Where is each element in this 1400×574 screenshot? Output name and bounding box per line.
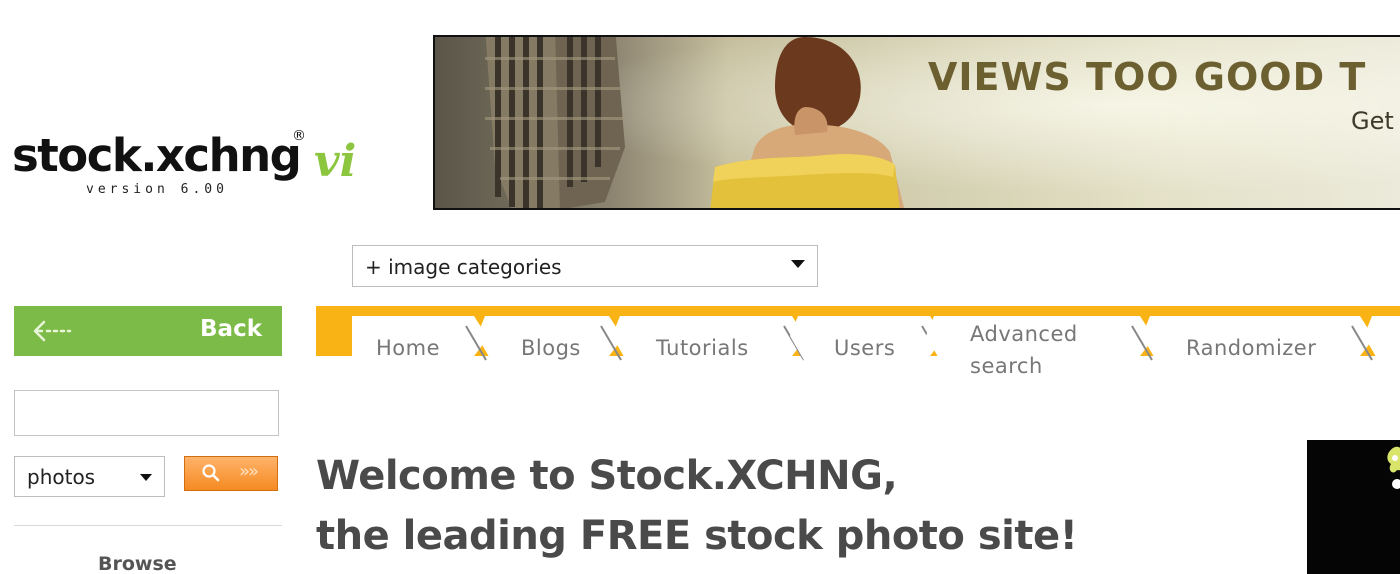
banner-subline: Get (1351, 107, 1394, 135)
welcome-heading-line-2: the leading FREE stock photo site! (316, 513, 1078, 559)
sidebar-divider (14, 525, 282, 526)
search-icon (202, 464, 220, 482)
logo-version-text: version 6.00 (86, 182, 228, 197)
search-input[interactable] (14, 390, 279, 436)
back-button-label: Back (200, 316, 262, 342)
media-type-select-value: photos (27, 465, 96, 489)
featured-photo[interactable] (1307, 440, 1400, 574)
photo-highlight (1387, 446, 1400, 489)
tab-home-label: Home (376, 336, 441, 360)
tab-tutorials[interactable]: Tutorials (612, 316, 806, 374)
chevron-down-icon (791, 260, 805, 268)
woman-illustration (695, 37, 915, 208)
logo-registered-mark: ® (292, 128, 306, 144)
banner-ad[interactable]: VIEWS TOO GOOD T Get (433, 35, 1400, 210)
back-button[interactable]: Back (14, 306, 282, 356)
chevron-down-icon (140, 474, 152, 481)
welcome-heading: Welcome to Stock.XCHNG, the leading FREE… (316, 446, 1078, 566)
logo-wordmark: stock.xchng (12, 129, 302, 182)
media-type-select[interactable]: photos (14, 456, 165, 497)
browse-heading: Browse (98, 553, 177, 574)
tab-randomizer-label: Randomizer (1186, 336, 1317, 360)
tab-blogs-label: Blogs (521, 336, 581, 360)
tab-home[interactable]: Home (352, 316, 488, 374)
search-button[interactable]: »» (184, 456, 278, 491)
arrow-left-icon (33, 320, 72, 342)
tab-blogs[interactable]: Blogs (477, 316, 623, 374)
logo-version-mark: vi (314, 136, 357, 187)
double-chevron-right-icon: »» (239, 461, 259, 482)
banner-headline: VIEWS TOO GOOD T (928, 55, 1367, 99)
tab-users[interactable]: Users (790, 316, 944, 374)
tab-tutorials-label: Tutorials (656, 336, 749, 360)
welcome-heading-line-1: Welcome to Stock.XCHNG, (316, 453, 898, 499)
tab-users-label: Users (834, 336, 896, 360)
tab-randomizer[interactable]: Randomizer (1142, 316, 1374, 374)
image-categories-select-value: + image categories (365, 255, 562, 279)
tab-advanced-search[interactable]: Advanced search (926, 316, 1154, 378)
site-logo[interactable]: stock.xchng ® vi version 6.00 (12, 126, 372, 206)
skyscraper-illustration (475, 37, 625, 208)
tab-advanced-search-label: Advanced search (970, 322, 1078, 378)
tab-next-partial[interactable] (1364, 316, 1400, 374)
image-categories-select[interactable]: + image categories (352, 245, 818, 287)
